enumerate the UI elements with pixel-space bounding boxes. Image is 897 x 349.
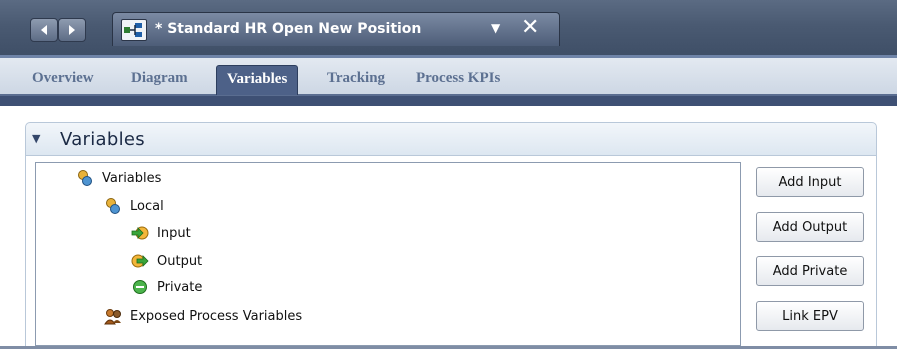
tree-item-local[interactable]: Local xyxy=(104,196,164,216)
tab-process-kpis[interactable]: Process KPIs xyxy=(416,70,500,87)
tree-item-exposed-process-variables[interactable]: Exposed Process Variables xyxy=(104,306,302,326)
tree-item-label: Variables xyxy=(102,170,162,186)
tree-item-variables[interactable]: Variables xyxy=(76,168,161,188)
variables-icon xyxy=(104,197,122,215)
link-epv-button[interactable]: Link EPV xyxy=(756,301,864,331)
arrow-left-icon xyxy=(41,25,47,35)
tab-tracking[interactable]: Tracking xyxy=(327,70,385,87)
section-title: Variables xyxy=(60,129,145,150)
tree-item-label: Private xyxy=(157,279,203,295)
tree-item-label: Output xyxy=(157,253,203,269)
tree-item-label: Local xyxy=(130,198,164,214)
process-diagram-icon xyxy=(121,19,147,41)
editor-sub-tabs: Overview Diagram Variables Tracking Proc… xyxy=(0,58,897,96)
close-icon[interactable]: ✕ xyxy=(521,15,539,40)
tab-diagram[interactable]: Diagram xyxy=(131,70,188,87)
input-arrow-icon xyxy=(131,224,149,242)
arrow-right-icon xyxy=(69,25,75,35)
back-button[interactable] xyxy=(30,18,58,42)
chevron-down-icon[interactable]: ▼ xyxy=(491,21,500,35)
tree-item-label: Exposed Process Variables xyxy=(130,308,303,324)
exposed-variables-icon xyxy=(104,307,122,325)
add-private-button[interactable]: Add Private xyxy=(756,256,864,286)
forward-button[interactable] xyxy=(58,18,86,42)
output-arrow-icon xyxy=(131,252,149,270)
tree-item-output[interactable]: Output xyxy=(131,251,202,271)
chevron-down-icon[interactable]: ▼ xyxy=(32,132,40,145)
variables-icon xyxy=(76,169,94,187)
add-input-button[interactable]: Add Input xyxy=(756,167,864,197)
variables-section-header[interactable]: ▼ Variables xyxy=(25,122,877,156)
add-output-button[interactable]: Add Output xyxy=(756,212,864,242)
editor-title-bar: * Standard HR Open New Position ▼ ✕ xyxy=(0,0,897,58)
tab-variables[interactable]: Variables xyxy=(216,65,299,95)
tree-item-label: Input xyxy=(157,225,191,241)
tree-item-private[interactable]: Private xyxy=(131,277,202,297)
tree-item-input[interactable]: Input xyxy=(131,223,191,243)
editor-tab[interactable]: * Standard HR Open New Position ▼ ✕ xyxy=(112,12,560,46)
editor-tab-title: * Standard HR Open New Position xyxy=(155,21,422,37)
tab-underline-strip xyxy=(0,96,897,106)
private-icon xyxy=(131,278,149,296)
tab-overview[interactable]: Overview xyxy=(32,70,94,87)
